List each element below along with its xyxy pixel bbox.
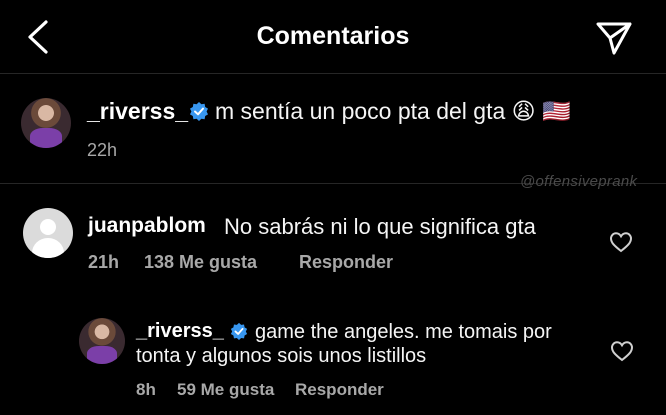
reply-likes[interactable]: 59 Me gusta bbox=[177, 380, 274, 400]
reply-button[interactable]: Responder bbox=[295, 380, 384, 400]
post-caption: _riverss_ m sentía un poco pta del gta 😩… bbox=[0, 74, 666, 184]
reply-username[interactable]: _riverss_ bbox=[136, 320, 224, 343]
comment-text: No sabrás ni lo que significa gta bbox=[224, 214, 536, 239]
caption-username[interactable]: _riverss_ bbox=[87, 98, 188, 125]
avatar[interactable] bbox=[79, 318, 125, 364]
avatar[interactable] bbox=[23, 208, 73, 258]
watermark: @offensiveprank bbox=[520, 173, 638, 190]
reply-text-line-2: tonta y algunos sois unos listillos bbox=[136, 345, 427, 367]
top-bar: Comentarios bbox=[0, 0, 666, 74]
avatar[interactable] bbox=[21, 98, 71, 148]
verified-badge-icon bbox=[190, 102, 208, 121]
caption-timestamp: 22h bbox=[87, 140, 118, 160]
comment-username[interactable]: juanpablom bbox=[88, 214, 206, 238]
comment-likes[interactable]: 138 Me gusta bbox=[144, 252, 257, 273]
verified-badge-icon bbox=[230, 322, 248, 340]
caption-text: m sentía un poco pta del gta 😩 🇺🇸 bbox=[215, 98, 571, 124]
send-icon[interactable] bbox=[594, 20, 634, 56]
reply-text-line-1: game the angeles. me tomais por bbox=[255, 321, 552, 343]
comment-timestamp: 21h bbox=[88, 252, 120, 272]
reply-timestamp: 8h bbox=[136, 380, 156, 399]
heart-icon[interactable] bbox=[609, 231, 633, 253]
reply-button[interactable]: Responder bbox=[299, 252, 393, 273]
page-title: Comentarios bbox=[256, 22, 410, 50]
heart-icon[interactable] bbox=[610, 340, 634, 362]
